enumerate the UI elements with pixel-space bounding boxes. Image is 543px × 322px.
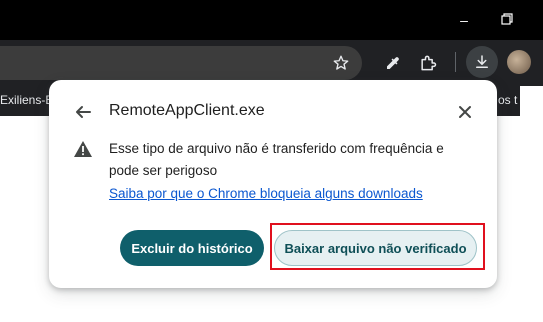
close-icon — [459, 106, 471, 118]
window-titlebar: – — [0, 0, 543, 40]
eyedropper-icon[interactable] — [384, 54, 402, 77]
puzzle-icon[interactable] — [418, 53, 438, 78]
download-bubble: RemoteAppClient.exe Esse tipo de arquivo… — [49, 80, 497, 288]
back-button[interactable] — [71, 100, 95, 124]
download-filename: RemoteAppClient.exe — [109, 102, 265, 119]
toolbar-separator — [455, 52, 456, 72]
warning-message: Esse tipo de arquivo não é transferido c… — [109, 141, 444, 178]
minimize-icon[interactable]: – — [456, 12, 472, 28]
warning-icon — [73, 140, 93, 158]
restore-icon[interactable] — [499, 12, 515, 28]
download-unverified-button[interactable]: Baixar arquivo não verificado — [274, 230, 477, 266]
download-button[interactable] — [466, 46, 498, 78]
star-icon[interactable] — [332, 54, 350, 77]
bookmark-item[interactable]: os t — [498, 93, 517, 107]
remove-from-history-button[interactable]: Excluir do histórico — [120, 230, 264, 266]
close-button[interactable] — [453, 100, 477, 124]
learn-more-link[interactable]: Saiba por que o Chrome bloqueia alguns d… — [109, 186, 423, 201]
bookmark-item[interactable]: Exiliens-B — [0, 93, 53, 107]
download-icon — [476, 55, 488, 68]
arrow-left-icon — [76, 106, 91, 118]
profile-avatar[interactable] — [507, 50, 531, 74]
address-bar[interactable] — [0, 46, 362, 80]
